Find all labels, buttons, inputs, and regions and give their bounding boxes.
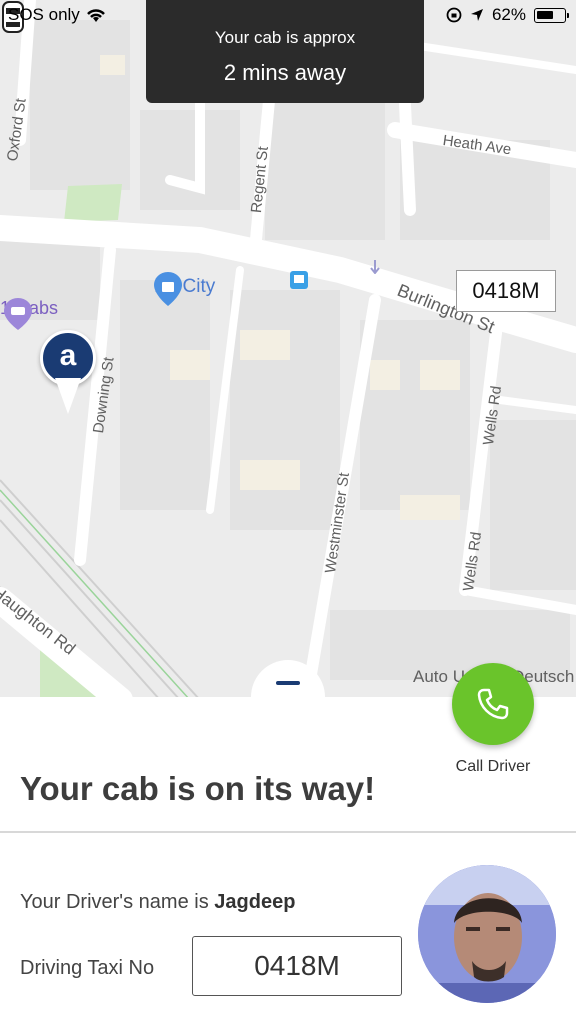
eta-line-1: Your cab is approx	[214, 28, 356, 47]
battery-percent: 62%	[491, 5, 526, 24]
arrow-down-icon	[370, 260, 380, 274]
pickup-marker-label: a	[40, 330, 96, 386]
divider	[0, 831, 576, 833]
taxi-number-value: 0418M	[192, 936, 402, 996]
phone-icon	[477, 688, 509, 720]
sheet-headline: Your cab is on its way!	[20, 770, 376, 807]
location-arrow-icon	[470, 9, 483, 21]
taxi-icon	[4, 298, 32, 330]
cab-marker-label: 0418M	[456, 270, 556, 312]
pickup-marker[interactable]: a	[40, 330, 96, 414]
eta-toast: Your cab is approx 2 mins away	[146, 0, 424, 103]
taxi-number-label: Driving Taxi No	[20, 957, 155, 979]
drag-handle-icon[interactable]	[276, 681, 300, 685]
rotation-lock-icon	[446, 7, 462, 23]
poi-dj-city[interactable]: DJ City	[154, 272, 215, 306]
eta-line-2: 2 mins away	[223, 60, 347, 85]
bus-stop-icon[interactable]	[290, 271, 308, 289]
poi-13cabs[interactable]: 13cabs	[0, 298, 58, 330]
shopping-bag-icon	[154, 272, 182, 306]
call-driver-label[interactable]: Call Driver	[440, 758, 546, 776]
driver-name-prefix: Your Driver's name is	[20, 891, 209, 913]
driver-name-line: Your Driver's name is Jagdeep	[20, 891, 295, 914]
call-driver-button[interactable]	[452, 663, 534, 745]
map-view[interactable]: Oxford St Regent St Heath Ave Burlington…	[0, 0, 576, 700]
driver-avatar[interactable]	[418, 865, 556, 1003]
driver-name: Jagdeep	[214, 891, 296, 913]
driver-photo	[418, 865, 556, 1003]
battery-icon	[534, 7, 569, 23]
